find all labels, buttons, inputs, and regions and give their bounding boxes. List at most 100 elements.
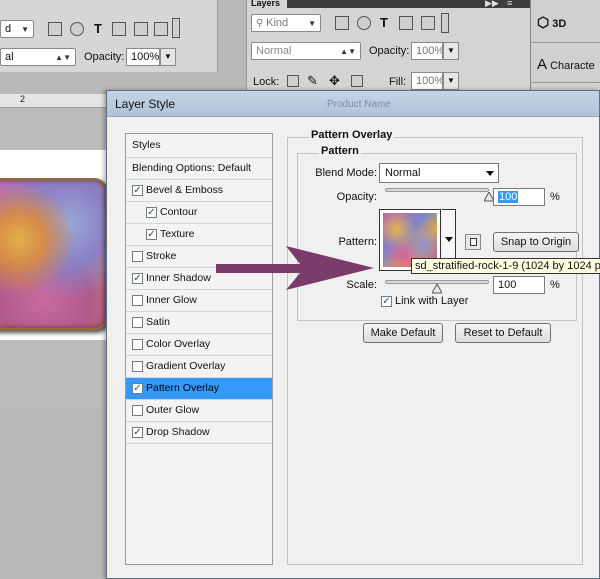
lock-all-icon[interactable] xyxy=(351,75,363,87)
lock-label: Lock: xyxy=(253,76,280,88)
blend-mode-select[interactable]: Normal ▲▼ xyxy=(251,42,361,60)
chevron-down-icon: ▼ xyxy=(21,25,29,34)
type-filter-icon[interactable]: T xyxy=(380,15,388,30)
checkbox[interactable]: ✓ xyxy=(132,185,143,196)
style-item-bevel-emboss[interactable]: ✓ Bevel & Emboss xyxy=(126,180,272,202)
filter-toggle-icon[interactable] xyxy=(441,13,449,33)
snap-to-origin-button[interactable]: Snap to Origin xyxy=(493,232,579,252)
dialog-title: Layer Style xyxy=(115,97,176,111)
fill-label: Fill: xyxy=(389,76,407,88)
opacity-dropdown-button[interactable]: ▼ xyxy=(160,48,176,66)
layer-style-dialog: Layer Style Product Name Styles Blending… xyxy=(106,90,600,579)
style-item-label: Drop Shadow xyxy=(146,426,210,438)
square-icon[interactable] xyxy=(154,22,168,36)
opacity-unit: % xyxy=(550,191,560,203)
layer-filter-value: Kind xyxy=(266,17,289,29)
smart-object-filter-icon[interactable] xyxy=(421,16,435,30)
style-item-inner-glow[interactable]: Inner Glow xyxy=(126,290,272,312)
styles-list: Styles Blending Options: Default ✓ Bevel … xyxy=(125,133,273,565)
layers-panel: Layers ▶▶ ≡ ⚲ Kind ▼ T Normal ▲▼ Opacity: … xyxy=(246,0,531,92)
styles-header[interactable]: Styles xyxy=(126,134,272,158)
checkbox[interactable]: ✓ xyxy=(146,207,157,218)
checkbox[interactable] xyxy=(132,339,143,350)
checkbox[interactable]: ✓ xyxy=(132,427,143,438)
opacity-value: 100 xyxy=(498,191,519,203)
blending-options-item[interactable]: Blending Options: Default xyxy=(126,158,272,180)
style-item-contour[interactable]: ✓ Contour xyxy=(126,202,272,224)
scale-input[interactable]: 100 xyxy=(493,276,545,294)
scale-slider-thumb[interactable] xyxy=(432,284,442,294)
checkbox[interactable] xyxy=(132,317,143,328)
layers-tab[interactable]: Layers xyxy=(247,0,287,8)
chevron-down-icon: ▼ xyxy=(308,19,316,28)
divider xyxy=(531,42,600,43)
lock-move-icon[interactable]: ✥ xyxy=(329,73,340,89)
clone-icon[interactable] xyxy=(112,22,126,36)
scale-unit: % xyxy=(550,279,560,291)
divider xyxy=(531,82,600,83)
pixel-filter-icon[interactable] xyxy=(335,16,349,30)
checkbox[interactable] xyxy=(132,295,143,306)
new-preset-button[interactable] xyxy=(465,234,481,250)
link-with-layer-checkbox[interactable]: ✓ Link with Layer xyxy=(381,295,468,307)
opacity-slider[interactable] xyxy=(385,188,489,192)
lock-transparent-icon[interactable] xyxy=(287,75,299,87)
make-default-button[interactable]: Make Default xyxy=(363,323,443,343)
checkbox[interactable] xyxy=(132,251,143,262)
slider-icon[interactable] xyxy=(172,18,180,38)
lock-paint-icon[interactable]: ✎ xyxy=(307,73,318,89)
airbrush-icon[interactable] xyxy=(70,22,84,36)
background-window-title: Product Name xyxy=(327,99,391,110)
style-item-label: Inner Glow xyxy=(146,294,197,306)
style-item-pattern-overlay[interactable]: ✓ Pattern Overlay xyxy=(126,378,272,400)
style-item-color-overlay[interactable]: Color Overlay xyxy=(126,334,272,356)
blending-options-label: Blending Options: Default xyxy=(132,162,252,174)
type-tool-icon[interactable]: T xyxy=(94,21,102,36)
style-item-texture[interactable]: ✓ Texture xyxy=(126,224,272,246)
style-item-label: Inner Shadow xyxy=(146,272,211,284)
fill-dropdown[interactable]: ▼ xyxy=(443,72,459,90)
checkbox[interactable]: ✓ xyxy=(132,383,143,394)
layer-opacity-label: Opacity: xyxy=(369,45,410,57)
mode-select[interactable]: al ▲▼ xyxy=(0,48,76,66)
checkbox[interactable]: ✓ xyxy=(146,229,157,240)
checkbox[interactable] xyxy=(132,405,143,416)
fill-icon[interactable] xyxy=(134,22,148,36)
adjustment-filter-icon[interactable] xyxy=(357,16,371,30)
opacity-input[interactable]: 100 xyxy=(493,188,545,206)
layer-filter-select[interactable]: ⚲ Kind ▼ xyxy=(251,14,321,32)
annotation-arrow xyxy=(216,246,374,290)
style-item-gradient-overlay[interactable]: Gradient Overlay xyxy=(126,356,272,378)
character-icon: A xyxy=(537,56,548,73)
brush-tool-icon[interactable] xyxy=(48,22,62,36)
reset-to-default-button[interactable]: Reset to Default xyxy=(455,323,551,343)
style-item-outer-glow[interactable]: Outer Glow xyxy=(126,400,272,422)
panel-menu-icon[interactable]: ≡ xyxy=(507,0,512,8)
layer-artwork xyxy=(0,178,108,330)
opacity-input[interactable]: 100% xyxy=(126,48,160,66)
style-item-satin[interactable]: Satin xyxy=(126,312,272,334)
layer-opacity-input[interactable]: 100% xyxy=(411,42,444,60)
tool-preset-select[interactable]: d ▼ xyxy=(0,20,34,38)
checkbox[interactable]: ✓ xyxy=(132,273,143,284)
checkbox[interactable] xyxy=(132,361,143,372)
cube-icon: ⬡ xyxy=(537,14,550,30)
character-panel-item[interactable]: A Characte xyxy=(537,56,595,73)
style-item-drop-shadow[interactable]: ✓ Drop Shadow xyxy=(126,422,272,444)
tool-preset-value: d xyxy=(5,23,12,35)
blend-mode-label: Blend Mode: xyxy=(315,167,377,179)
pattern-overlay-title: Pattern Overlay xyxy=(309,129,395,141)
style-item-label: Gradient Overlay xyxy=(146,360,226,372)
blend-mode-dropdown[interactable]: Normal xyxy=(379,163,499,183)
layer-opacity-dropdown[interactable]: ▼ xyxy=(443,42,459,60)
3d-panel-item[interactable]: ⬡ 3D xyxy=(537,14,566,31)
dialog-titlebar[interactable]: Layer Style Product Name xyxy=(107,91,599,117)
link-with-layer-label: Link with Layer xyxy=(395,295,469,307)
options-bar: d ▼ T al ▲▼ Opacity: 100% ▼ xyxy=(0,0,218,72)
panel-expand-icon[interactable]: ▶▶ xyxy=(485,0,499,9)
fill-input[interactable]: 100% xyxy=(411,72,444,90)
blend-mode-value: Normal xyxy=(385,167,421,179)
opacity-label: Opacity: xyxy=(336,191,377,203)
search-icon: ⚲ xyxy=(256,18,267,29)
shape-filter-icon[interactable] xyxy=(399,16,413,30)
